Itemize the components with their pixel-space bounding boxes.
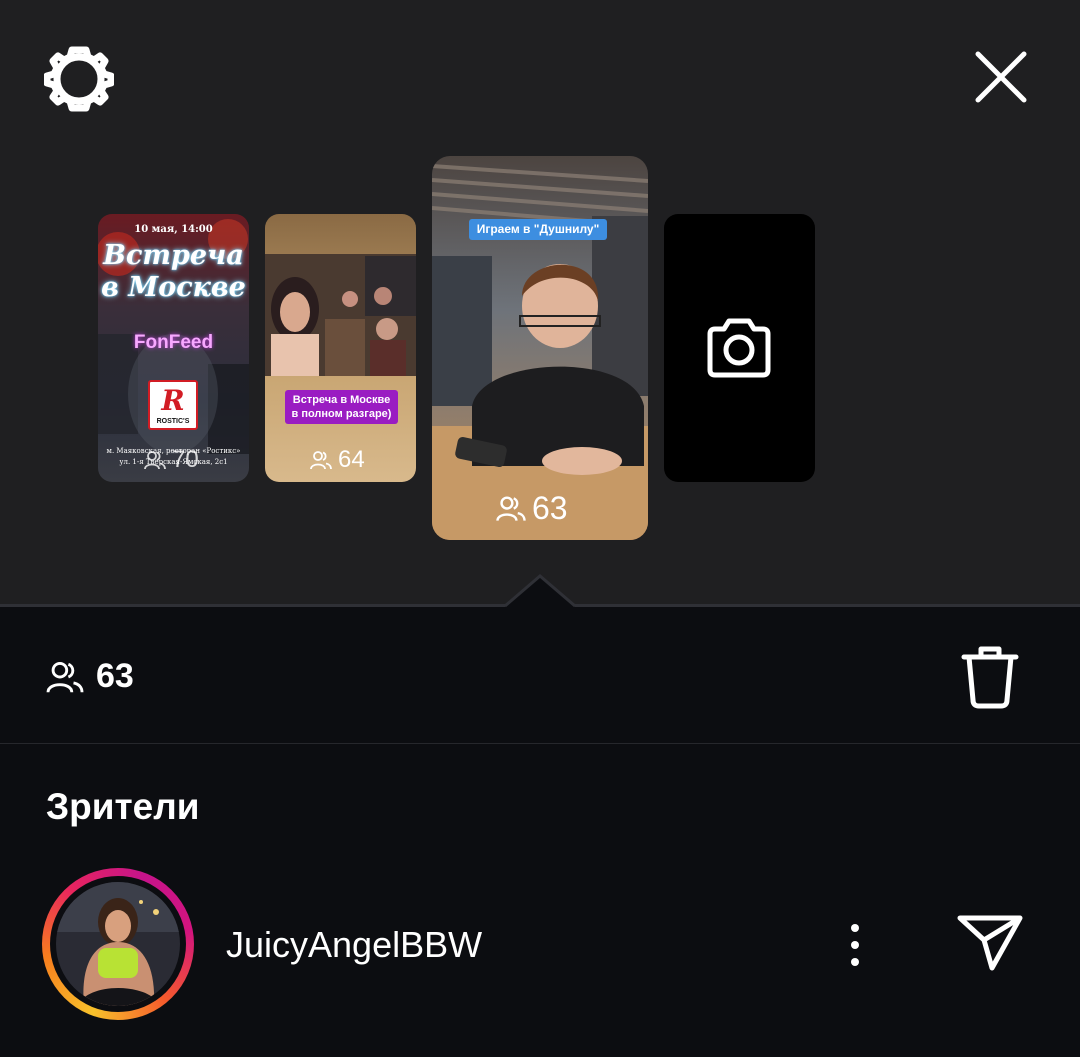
send-icon[interactable]	[956, 910, 1024, 974]
selection-pointer	[505, 574, 575, 608]
story-title: Встреча в Москве	[101, 240, 246, 303]
story-image	[432, 156, 648, 540]
add-story-button[interactable]	[664, 214, 815, 482]
story-sticker: Играем в "Душнилу"	[469, 219, 607, 240]
rostics-logo: R ROSTIC'S	[148, 380, 198, 430]
viewer-username[interactable]: JuicyAngelBBW	[226, 924, 482, 966]
people-icon	[144, 451, 166, 470]
section-divider	[0, 743, 1080, 744]
more-vertical-icon[interactable]	[840, 920, 870, 970]
avatar[interactable]	[56, 882, 180, 1006]
story-image	[265, 214, 416, 482]
story-brand: FonFeed	[133, 332, 214, 353]
close-icon[interactable]	[968, 44, 1034, 110]
camera-icon	[707, 318, 771, 378]
people-icon	[310, 451, 332, 470]
gear-icon[interactable]	[44, 44, 114, 114]
story-thumbnail-selected[interactable]: Играем в "Душнилу" 63	[432, 156, 648, 540]
story-view-count: 63	[496, 490, 568, 527]
story-date: 10 мая, 14:00	[134, 224, 213, 235]
avatar-image	[56, 882, 180, 1006]
story-thumbnail[interactable]: 10 мая, 14:00 Встреча в Москве FonFeed R…	[98, 214, 249, 482]
trash-icon[interactable]	[960, 644, 1020, 710]
story-view-count: 64	[310, 446, 365, 474]
viewers-section-title: Зрители	[46, 786, 200, 827]
viewers-count: 63	[96, 657, 134, 695]
people-icon	[496, 496, 526, 521]
story-view-count: 70	[144, 446, 199, 474]
story-sticker: Встреча в Москве в полном разгаре)	[285, 390, 398, 424]
people-icon	[46, 661, 84, 693]
story-thumbnail[interactable]: Встреча в Москве в полном разгаре) 64	[265, 214, 416, 482]
